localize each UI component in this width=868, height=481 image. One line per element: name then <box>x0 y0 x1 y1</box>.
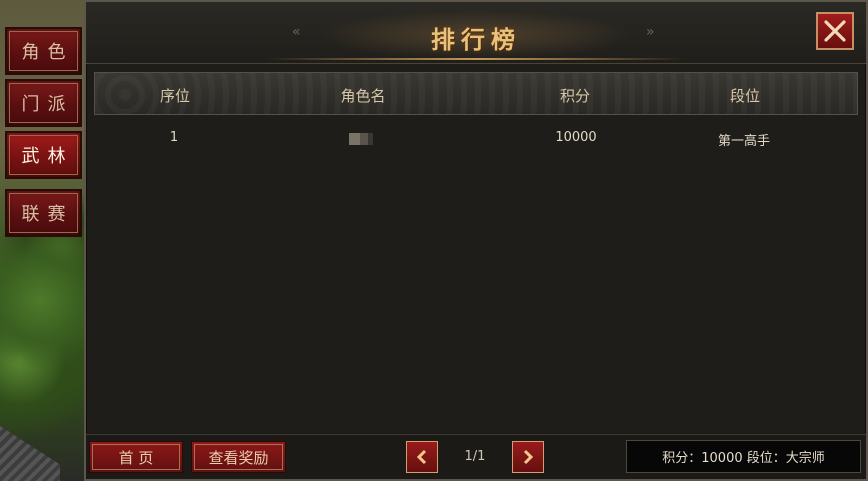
chevron-right-icon <box>523 449 534 465</box>
close-button[interactable] <box>816 12 854 50</box>
close-icon <box>824 20 846 42</box>
side-tab-label: 门派 <box>21 94 74 115</box>
side-tab-sect[interactable]: 门派 <box>5 79 82 127</box>
home-button[interactable]: 首 页 <box>89 441 183 473</box>
ranking-panel: « » 排行榜 序位 角色名 积分 段位 1 10000 第一高手 首 页 查看… <box>84 0 868 481</box>
table-header: 序位 角色名 积分 段位 <box>94 72 858 115</box>
my-score-text: 积分：10000 段位：大宗师 <box>662 451 825 466</box>
side-tab-wulin[interactable]: 武林 <box>5 131 82 179</box>
row-rank: 1 <box>169 130 179 145</box>
view-rewards-button-label: 查看奖励 <box>208 448 269 467</box>
title-underline <box>266 58 686 60</box>
page-title: 排行榜 <box>431 25 521 54</box>
chevron-left-icon <box>416 449 427 465</box>
next-page-button[interactable] <box>512 441 544 473</box>
row-name-obscured <box>349 133 373 145</box>
header-rank: 序位 <box>159 87 190 105</box>
side-tab-label: 联赛 <box>21 204 74 225</box>
home-button-label: 首 页 <box>118 448 154 467</box>
footer-bar: 首 页 查看奖励 1/1 积分：10000 段位：大宗师 <box>86 434 866 479</box>
roof-decoration <box>0 426 60 481</box>
header-name: 角色名 <box>340 87 386 105</box>
side-tab-role[interactable]: 角色 <box>5 27 82 75</box>
side-tab-label: 角色 <box>21 42 74 63</box>
page-indicator: 1/1 <box>464 449 486 464</box>
row-tier: 第一高手 <box>717 134 770 149</box>
side-tab-label: 武林 <box>21 146 74 167</box>
header-tier: 段位 <box>729 87 760 105</box>
title-bar: « » 排行榜 <box>86 2 866 64</box>
row-score: 10000 <box>555 130 597 145</box>
prev-page-button[interactable] <box>406 441 438 473</box>
side-tab-league[interactable]: 联赛 <box>5 189 82 237</box>
view-rewards-button[interactable]: 查看奖励 <box>191 441 286 473</box>
header-score: 积分 <box>559 87 590 105</box>
my-score-box: 积分：10000 段位：大宗师 <box>626 440 861 473</box>
